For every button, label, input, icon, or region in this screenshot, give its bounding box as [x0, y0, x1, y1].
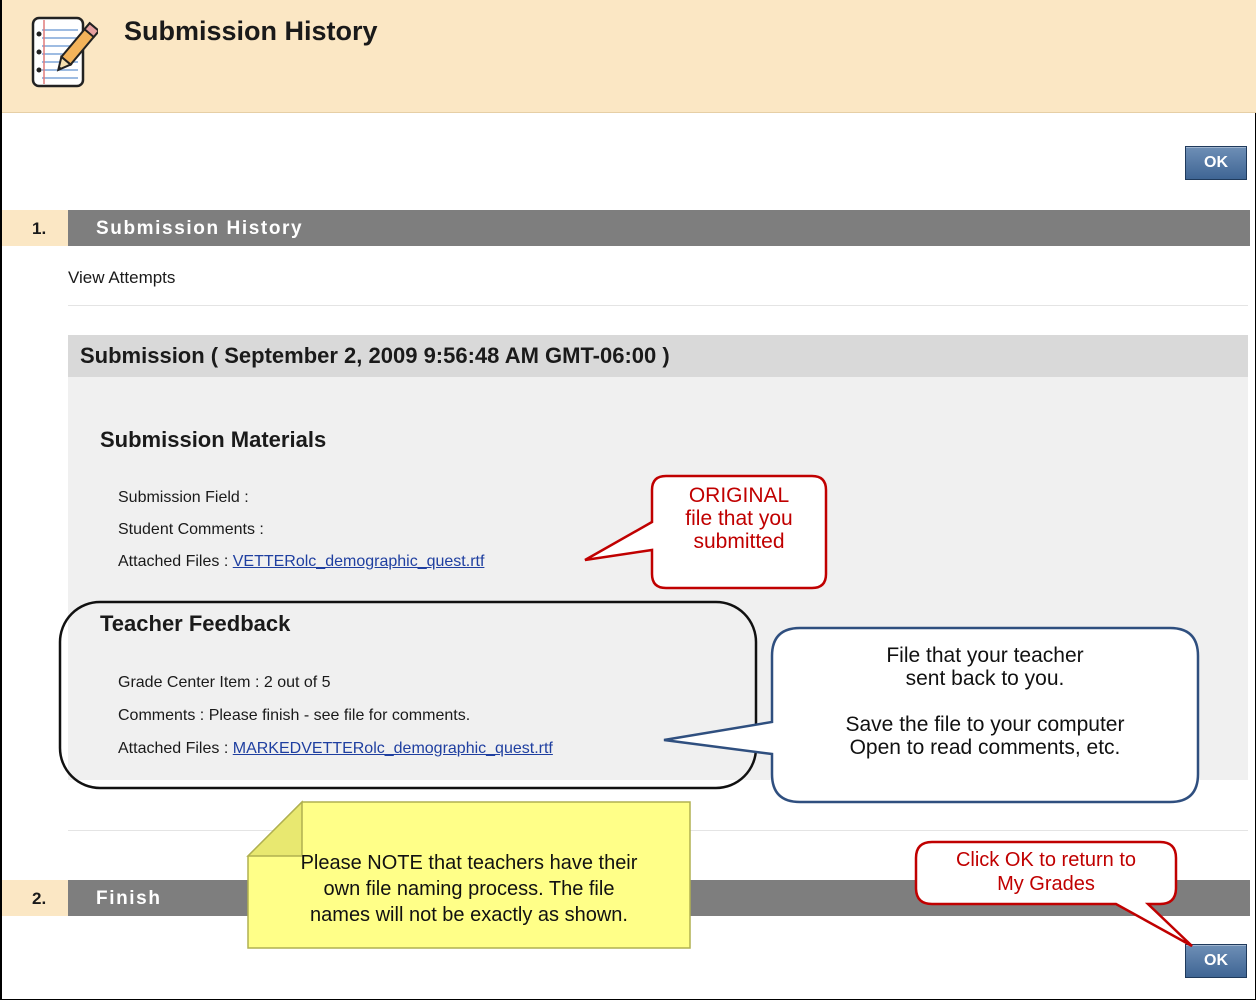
feedback-attached-label: Attached Files : — [118, 740, 229, 757]
callout-line: File that your teacher — [886, 644, 1084, 667]
submission-field-label: Submission Field : — [118, 489, 249, 506]
callout-line: submitted — [693, 530, 785, 553]
callout-line: sent back to you. — [905, 667, 1065, 690]
attached-files-row: Attached Files : VETTERolc_demographic_q… — [118, 553, 484, 571]
comments-row: Comments : Please finish - see file for … — [118, 707, 470, 725]
student-comments-label: Student Comments : — [118, 521, 264, 538]
grade-row: Grade Center Item : 2 out of 5 — [118, 674, 331, 692]
grade-label: Grade Center Item : — [118, 674, 260, 691]
divider — [68, 305, 1248, 306]
page-header: Submission History — [2, 0, 1256, 113]
view-attempts-label: View Attempts — [68, 268, 176, 287]
note-line: names will not be exactly as shown. — [310, 904, 628, 926]
page-title: Submission History — [124, 16, 378, 46]
comments-value: Please finish - see file for comments. — [208, 707, 471, 724]
attached-files-label: Attached Files : — [118, 553, 229, 570]
callout-line: Save the file to your computer — [845, 713, 1125, 736]
grade-value: 2 out of 5 — [263, 674, 331, 691]
original-file-callout: ORIGINAL file that you submitted — [560, 470, 840, 590]
comments-label: Comments : — [118, 707, 205, 724]
ok-button-top[interactable]: OK — [1185, 146, 1247, 180]
notepad-pencil-icon — [30, 14, 101, 90]
submitted-file-link[interactable]: VETTERolc_demographic_quest.rtf — [233, 553, 485, 570]
note-line: Please NOTE that teachers have their — [300, 852, 638, 874]
note-line: own file naming process. The file — [323, 878, 615, 900]
submission-materials-heading: Submission Materials — [100, 427, 327, 452]
teacher-feedback-heading: Teacher Feedback — [100, 611, 291, 636]
feedback-file-link[interactable]: MARKEDVETTERolc_demographic_quest.rtf — [233, 740, 553, 757]
callout-line: file that you — [685, 507, 793, 530]
naming-note: Please NOTE that teachers have their own… — [240, 798, 696, 954]
step-number-1: 1. — [2, 210, 68, 246]
teacher-file-callout: File that your teacher sent back to you.… — [650, 624, 1210, 808]
step-bar-submission-history: Submission History — [68, 210, 1250, 246]
feedback-attached-row: Attached Files : MARKEDVETTERolc_demogra… — [118, 740, 553, 758]
callout-spacer — [772, 690, 1198, 713]
step-number-2: 2. — [2, 880, 68, 916]
callout-line: Open to read comments, etc. — [849, 736, 1121, 759]
click-ok-callout: Click OK to return to My Grades — [910, 838, 1210, 968]
callout-line: Click OK to return to — [955, 849, 1137, 871]
callout-line: ORIGINAL — [688, 484, 790, 507]
submission-header: Submission ( September 2, 2009 9:56:48 A… — [68, 335, 1248, 377]
callout-line: My Grades — [997, 873, 1095, 895]
